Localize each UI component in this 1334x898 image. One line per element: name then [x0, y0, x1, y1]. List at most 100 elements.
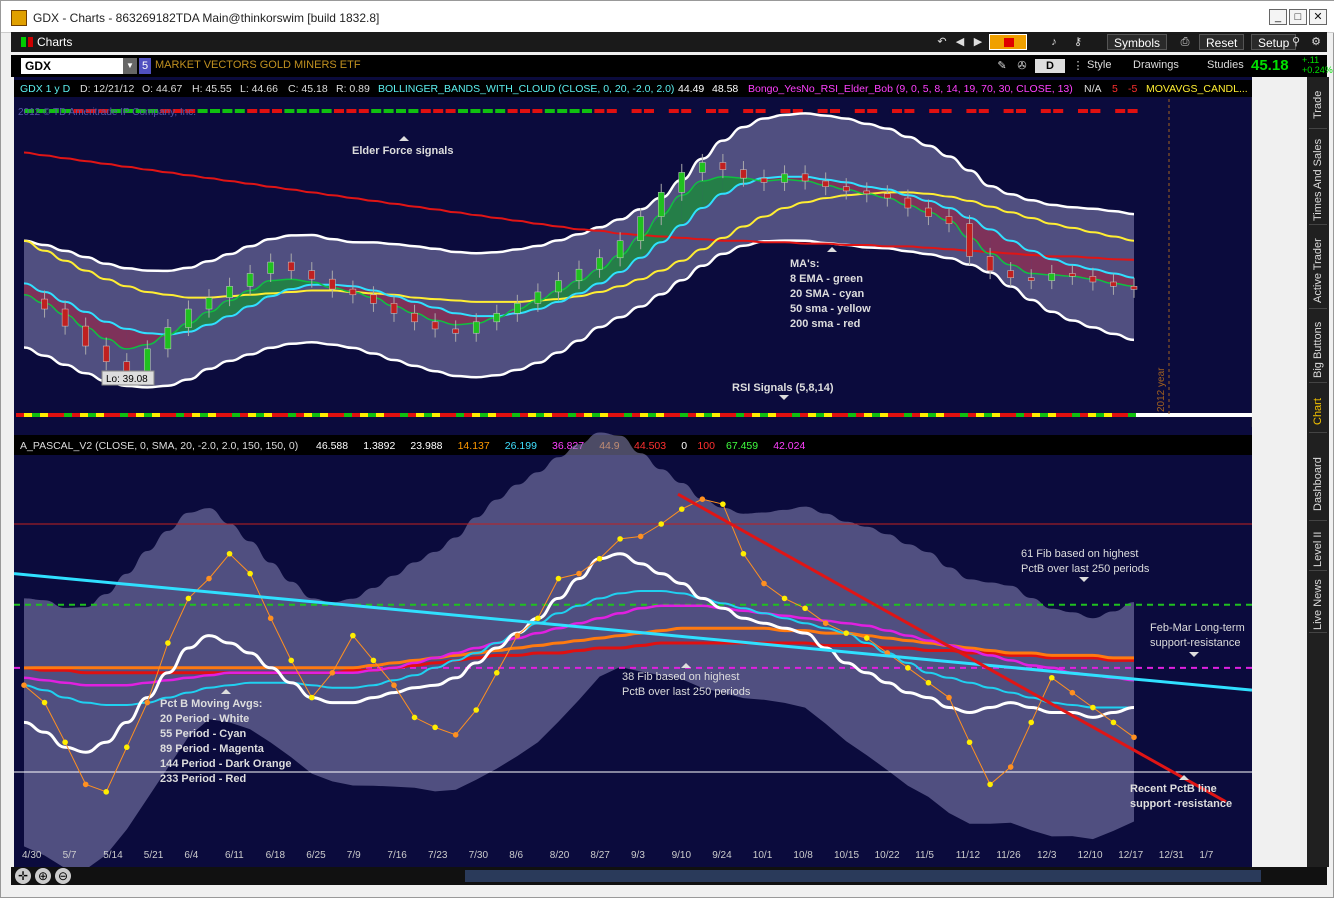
drawing-tools-icon[interactable]: ✎ [993, 58, 1011, 74]
rsi-signal-bar [960, 413, 968, 417]
candle-body [1089, 276, 1097, 283]
rsi-signal-bar [192, 413, 200, 417]
rsi-signal-bar [760, 413, 768, 417]
candle-body [966, 223, 973, 257]
chart-canvas[interactable]: GDX 1 y D D: 12/21/12 O: 44.67 H: 45.55 L: 4… [13, 77, 1299, 870]
pctb-legend-1: 20 Period - White [160, 713, 249, 725]
candle-body [925, 207, 932, 217]
symbol-dropdown-icon[interactable]: ▼ [123, 58, 137, 74]
keys-icon[interactable]: ⚷ [1069, 34, 1087, 50]
side-tab-dashboard[interactable]: Dashboard [1309, 449, 1327, 521]
time-tick-10/15: 10/15 [834, 850, 859, 861]
minimize-button[interactable]: _ [1269, 9, 1287, 25]
rsi-signal-bar [512, 413, 520, 417]
elder-signal-bar [210, 109, 220, 113]
time-tick-5/21: 5/21 [144, 850, 164, 861]
zoom-out-icon[interactable]: ⊖ [55, 868, 71, 884]
maximize-button[interactable]: □ [1289, 9, 1307, 25]
reset-button[interactable]: Reset [1199, 34, 1245, 50]
upper-header-item-9: 48.58 [712, 83, 738, 95]
time-tick-8/20: 8/20 [550, 850, 570, 861]
upper-header-item-4: L: 44.66 [240, 83, 278, 95]
studies-button[interactable]: Studies [1207, 59, 1244, 71]
drawings-button[interactable]: Drawings [1133, 59, 1179, 71]
rsi-signal-bar [920, 413, 928, 417]
symbols-button[interactable]: Symbols [1107, 34, 1168, 50]
rsi-signal-bar [336, 413, 344, 417]
pctb-point [802, 605, 808, 612]
rsi-signal-bar [40, 413, 48, 417]
rsi-signal-bar [824, 413, 832, 417]
charts-tab[interactable]: Charts [17, 34, 78, 50]
zoom-in-icon[interactable]: ⊕ [35, 868, 51, 884]
undo-icon[interactable]: ↶ [933, 34, 951, 50]
crosshair-icon[interactable]: ✛ [15, 868, 31, 884]
upper-header-item-12: 5 [1112, 83, 1118, 95]
elder-signal-bar [234, 109, 245, 113]
pctb-point [206, 575, 212, 582]
time-tick-7/16: 7/16 [387, 850, 407, 861]
fib61-label-1: 61 Fib based on highest [1021, 548, 1138, 560]
pctb-point [987, 781, 993, 788]
elder-signal-bar [284, 109, 295, 113]
upper-header-item-10: Bongo_YesNo_RSI_Elder_Bob (9, 0, 5, 8, 1… [748, 83, 1073, 95]
rsi-signal-bar [392, 413, 400, 417]
upper-header-item-8: 44.49 [678, 83, 704, 95]
wrench-icon[interactable]: ✇ [1013, 58, 1031, 74]
pctb-legend-2: 55 Period - Cyan [160, 728, 246, 740]
rsi-signal-bar [1024, 413, 1032, 417]
side-tab-level-ii[interactable]: Level II [1309, 529, 1327, 571]
side-tab-active-trader[interactable]: Active Trader [1309, 233, 1327, 309]
rsi-signal-bar [600, 413, 608, 417]
settings-icon[interactable]: ⚙ [1307, 34, 1325, 50]
forward-icon[interactable]: ▶ [969, 34, 987, 50]
rsi-signal-bar [976, 413, 984, 417]
candle-body [1130, 286, 1138, 290]
elder-signal-bar [991, 109, 1002, 113]
side-tab-chart[interactable]: Chart [1309, 391, 1327, 433]
rsi-signal-bar [608, 413, 616, 417]
pctb-point [966, 739, 973, 746]
lower-study-value-9: 100 [697, 440, 715, 452]
rsi-signal-bar [816, 413, 824, 417]
rsi-signal-bar [112, 413, 120, 417]
elder-signal-bar [520, 109, 530, 113]
elder-signal-bar [879, 109, 890, 113]
rsi-signal-bar [712, 413, 720, 417]
time-tick-12/17: 12/17 [1118, 850, 1143, 861]
print-icon[interactable]: ⎙ [1176, 34, 1194, 50]
side-tab-live-news[interactable]: Live News [1309, 577, 1327, 633]
pctb-point [123, 744, 130, 750]
time-tick-10/8: 10/8 [793, 850, 813, 861]
layout-icon[interactable]: ⋮ [1069, 58, 1087, 74]
side-tab-big-buttons[interactable]: Big Buttons [1309, 317, 1327, 383]
pctb-point [1110, 719, 1117, 726]
rsi-signal-bar [312, 413, 320, 417]
elder-signal-bar [532, 109, 543, 113]
alert-bell-icon[interactable]: ♪ [1045, 34, 1063, 50]
back-icon[interactable]: ◀ [951, 34, 969, 50]
side-tab-times-and-sales[interactable]: Times And Sales [1309, 135, 1327, 225]
style-button[interactable]: Style [1087, 59, 1111, 71]
pctb-point [103, 789, 110, 795]
rsi-signal-bar [1016, 413, 1024, 417]
rsi-signal-bar [448, 413, 456, 417]
rsi-signal-bar [640, 413, 648, 417]
candle-body [699, 162, 706, 173]
symbol-input[interactable]: GDX ▼ [21, 58, 137, 74]
rsi-signal-bar [744, 413, 752, 417]
lower-study-value-4: 26.199 [505, 440, 537, 452]
link-group-badge[interactable]: 5 [139, 58, 151, 74]
link-color-selector[interactable] [989, 34, 1027, 50]
candle-body [164, 327, 172, 350]
main-toolbar: Charts ↶ ◀ ▶ ♪ ⚷ Symbols ⎙ Reset Setup ⚲… [11, 32, 1327, 52]
period-button[interactable]: D [1035, 59, 1065, 73]
close-button[interactable]: ✕ [1309, 9, 1327, 25]
time-scrollbar[interactable] [465, 870, 1261, 882]
pin-icon[interactable]: ⚲ [1287, 34, 1305, 50]
chart-area[interactable]: GDX 1 y D D: 12/21/12 O: 44.67 H: 45.55 L: 4… [13, 77, 1299, 870]
side-tab-trade[interactable]: Trade [1309, 81, 1327, 129]
feb-mar-label-1: Feb-Mar Long-term [1150, 622, 1245, 634]
rsi-signal-bar [176, 413, 184, 417]
upper-header-item-1: D: 12/21/12 [80, 83, 134, 95]
